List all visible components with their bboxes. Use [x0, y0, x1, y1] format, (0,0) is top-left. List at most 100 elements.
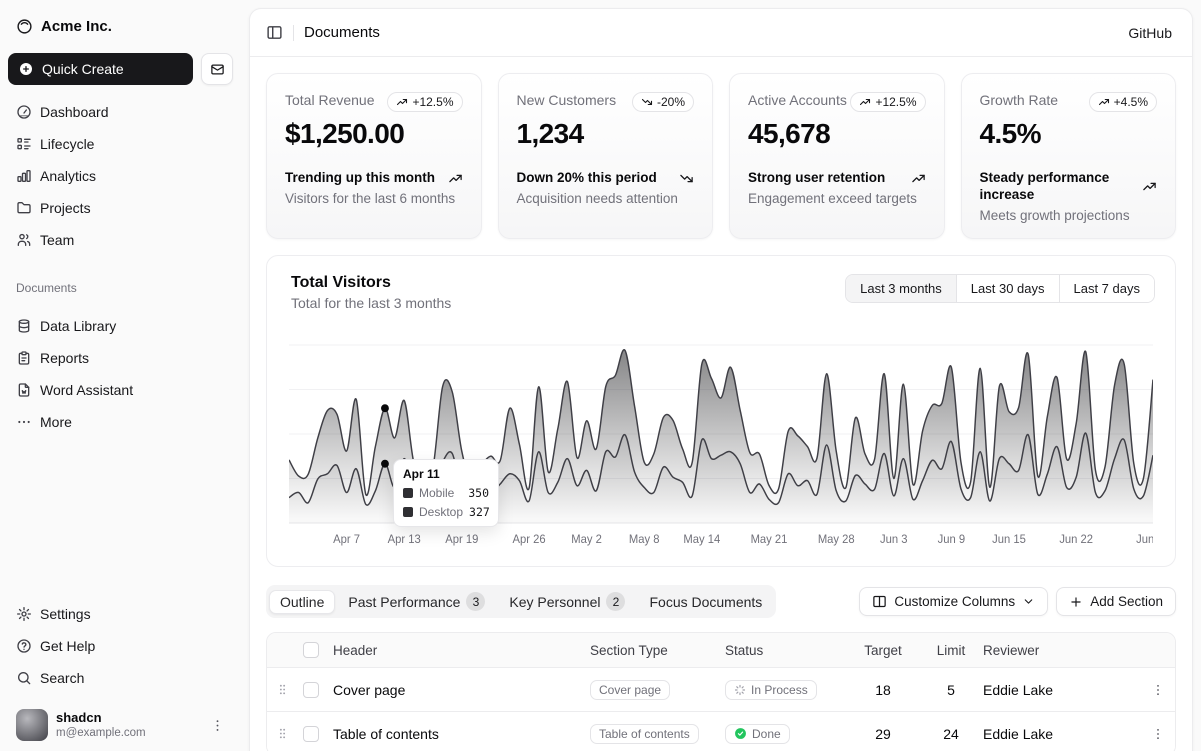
select-all-checkbox[interactable] — [303, 642, 319, 658]
sidebar-item-team[interactable]: Team — [8, 225, 233, 255]
status-badge: In Process — [725, 680, 817, 700]
inbox-mail-button[interactable] — [201, 53, 233, 85]
card-label: Growth Rate — [980, 92, 1059, 108]
folder-icon — [16, 200, 32, 216]
card-new-customers: New Customers -20% 1,234 Down 20% this p… — [498, 73, 714, 239]
sidebar-item-reports[interactable]: Reports — [8, 343, 233, 373]
row-menu-icon[interactable] — [1141, 683, 1175, 697]
limit-value[interactable]: 24 — [919, 726, 983, 742]
trending-down-icon — [679, 171, 694, 186]
quick-create-button[interactable]: Quick Create — [8, 53, 193, 85]
svg-text:May 21: May 21 — [751, 534, 788, 546]
range-last-3-months[interactable]: Last 3 months — [846, 275, 956, 302]
sidebar-item-analytics[interactable]: Analytics — [8, 161, 233, 191]
svg-text:Jun 9: Jun 9 — [938, 534, 965, 546]
loader-icon — [734, 684, 746, 696]
svg-text:Jun 30: Jun 30 — [1136, 534, 1153, 546]
col-section-type: Section Type — [590, 643, 725, 658]
col-status: Status — [725, 643, 847, 658]
row-menu-icon[interactable] — [1141, 727, 1175, 741]
limit-value[interactable]: 5 — [919, 682, 983, 698]
gear-icon — [16, 606, 32, 622]
user-menu[interactable]: shadcn m@example.com — [8, 705, 233, 741]
tab-focus-documents[interactable]: Focus Documents — [638, 590, 773, 614]
tab-key-personnel[interactable]: Key Personnel2 — [498, 588, 636, 615]
company-name: Acme Inc. — [41, 18, 112, 35]
topbar: Documents GitHub — [250, 9, 1192, 57]
svg-text:Apr 26: Apr 26 — [513, 534, 546, 546]
sidebar-item-dashboard[interactable]: Dashboard — [8, 97, 233, 127]
sidebar-item-get-help[interactable]: Get Help — [8, 631, 233, 661]
help-circle-icon — [16, 638, 32, 654]
sidebar-item-projects[interactable]: Projects — [8, 193, 233, 223]
sidebar-item-search[interactable]: Search — [8, 663, 233, 693]
tab-count-badge: 3 — [466, 592, 485, 611]
range-last-7-days[interactable]: Last 7 days — [1059, 275, 1155, 302]
reviewer-value[interactable]: Eddie Lake — [983, 726, 1141, 742]
row-checkbox[interactable] — [303, 726, 319, 742]
plus-icon — [1069, 595, 1083, 609]
customize-columns-button[interactable]: Customize Columns — [859, 587, 1048, 616]
sidebar-toggle-icon[interactable] — [266, 24, 283, 41]
search-icon — [16, 670, 32, 686]
trending-up-icon — [396, 96, 408, 108]
report-clipboard-icon — [16, 350, 32, 366]
documents-nav: Data Library Reports Word Assistant More — [8, 311, 233, 437]
svg-text:Apr 13: Apr 13 — [388, 534, 421, 546]
status-badge: Done — [725, 724, 790, 744]
svg-text:May 28: May 28 — [818, 534, 855, 546]
row-checkbox[interactable] — [303, 682, 319, 698]
col-header: Header — [331, 643, 590, 658]
col-target: Target — [847, 643, 919, 658]
company-logo-icon — [16, 18, 33, 35]
sidebar: Acme Inc. Quick Create Dashboard — [0, 0, 249, 751]
card-total-revenue: Total Revenue +12.5% $1,250.00 Trending … — [266, 73, 482, 239]
main-panel: Documents GitHub Total Revenue +12.5% $1… — [249, 8, 1193, 751]
chart-tooltip: Apr 11 Mobile 350 Desktop 327 — [393, 459, 499, 527]
app-shell: Acme Inc. Quick Create Dashboard — [0, 0, 1201, 751]
trending-up-icon — [448, 171, 463, 186]
visitors-area-chart[interactable]: Apr 7Apr 13Apr 19Apr 26May 2May 8May 14M… — [281, 341, 1161, 554]
dots-vertical-icon[interactable] — [210, 718, 225, 733]
sidebar-item-lifecycle[interactable]: Lifecycle — [8, 129, 233, 159]
database-icon — [16, 318, 32, 334]
sidebar-item-word-assistant[interactable]: Word Assistant — [8, 375, 233, 405]
sidebar-item-more[interactable]: More — [8, 407, 233, 437]
row-title[interactable]: Table of contents — [331, 726, 590, 742]
table-row: Table of contents Table of contents Done… — [267, 711, 1175, 751]
user-email: m@example.com — [56, 726, 202, 740]
card-growth-rate: Growth Rate +4.5% 4.5% Steady performanc… — [961, 73, 1177, 239]
card-label: Active Accounts — [748, 92, 847, 108]
col-reviewer: Reviewer — [983, 643, 1141, 658]
svg-text:May 2: May 2 — [571, 534, 602, 546]
users-icon — [16, 232, 32, 248]
row-title[interactable]: Cover page — [331, 682, 590, 698]
ellipsis-icon — [16, 414, 32, 430]
sidebar-item-settings[interactable]: Settings — [8, 599, 233, 629]
add-section-button[interactable]: Add Section — [1056, 587, 1176, 616]
target-value[interactable]: 18 — [847, 682, 919, 698]
tab-past-performance[interactable]: Past Performance3 — [337, 588, 496, 615]
trend-badge: +12.5% — [387, 92, 462, 112]
file-word-icon — [16, 382, 32, 398]
section-type-badge: Cover page — [590, 680, 670, 700]
stat-cards: Total Revenue +12.5% $1,250.00 Trending … — [266, 73, 1176, 239]
drag-handle-icon[interactable] — [267, 727, 297, 740]
drag-handle-icon[interactable] — [267, 683, 297, 696]
trend-badge: +12.5% — [850, 92, 925, 112]
reviewer-value[interactable]: Eddie Lake — [983, 682, 1141, 698]
list-details-icon — [16, 136, 32, 152]
sidebar-footer-nav: Settings Get Help Search — [8, 599, 233, 693]
sidebar-item-data-library[interactable]: Data Library — [8, 311, 233, 341]
total-visitors-card: Total Visitors Total for the last 3 mont… — [266, 255, 1176, 567]
org-switcher[interactable]: Acme Inc. — [8, 14, 233, 39]
range-last-30-days[interactable]: Last 30 days — [956, 275, 1059, 302]
columns-icon — [872, 594, 887, 609]
card-active-accounts: Active Accounts +12.5% 45,678 Strong use… — [729, 73, 945, 239]
target-value[interactable]: 29 — [847, 726, 919, 742]
tab-outline[interactable]: Outline — [269, 590, 335, 614]
bar-chart-icon — [16, 168, 32, 184]
github-link[interactable]: GitHub — [1128, 25, 1172, 41]
avatar — [16, 709, 48, 741]
trend-badge: -20% — [632, 92, 694, 112]
